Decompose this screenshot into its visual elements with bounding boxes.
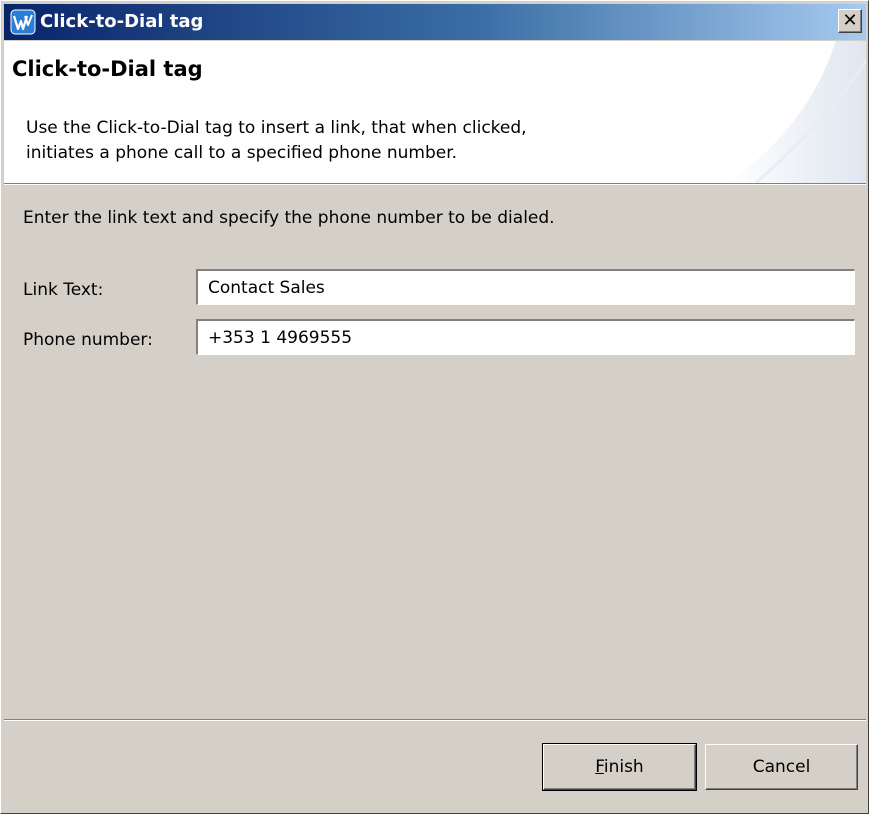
- close-button[interactable]: ✕: [838, 9, 862, 33]
- banner-description: Use the Click-to-Dial tag to insert a li…: [26, 116, 666, 166]
- finish-label: inish: [603, 757, 644, 777]
- title-bar[interactable]: Click-to-Dial tag ✕: [4, 4, 866, 40]
- header-banner: Click-to-Dial tag Use the Click-to-Dial …: [4, 41, 866, 183]
- cancel-button[interactable]: Cancel: [705, 744, 858, 790]
- form-instruction: Enter the link text and specify the phon…: [23, 208, 555, 228]
- banner-title: Click-to-Dial tag: [12, 57, 203, 81]
- banner-description-line-2: initiates a phone call to a specified ph…: [26, 143, 458, 163]
- finish-button[interactable]: Finish: [542, 743, 697, 791]
- footer-separator: [4, 719, 866, 721]
- app-logo-icon: [10, 9, 36, 35]
- window-title: Click-to-Dial tag: [40, 11, 204, 32]
- link-text-label: Link Text:: [23, 280, 104, 300]
- phone-number-input[interactable]: [196, 319, 855, 355]
- link-text-input[interactable]: [196, 269, 855, 305]
- banner-separator: [4, 183, 866, 185]
- dialog-window: Click-to-Dial tag ✕ Click-to-Dial tag Us…: [0, 0, 869, 814]
- finish-mnemonic: F: [595, 757, 604, 777]
- banner-description-line-1: Use the Click-to-Dial tag to insert a li…: [26, 118, 527, 138]
- phone-number-label: Phone number:: [23, 330, 153, 350]
- close-icon: ✕: [842, 10, 858, 31]
